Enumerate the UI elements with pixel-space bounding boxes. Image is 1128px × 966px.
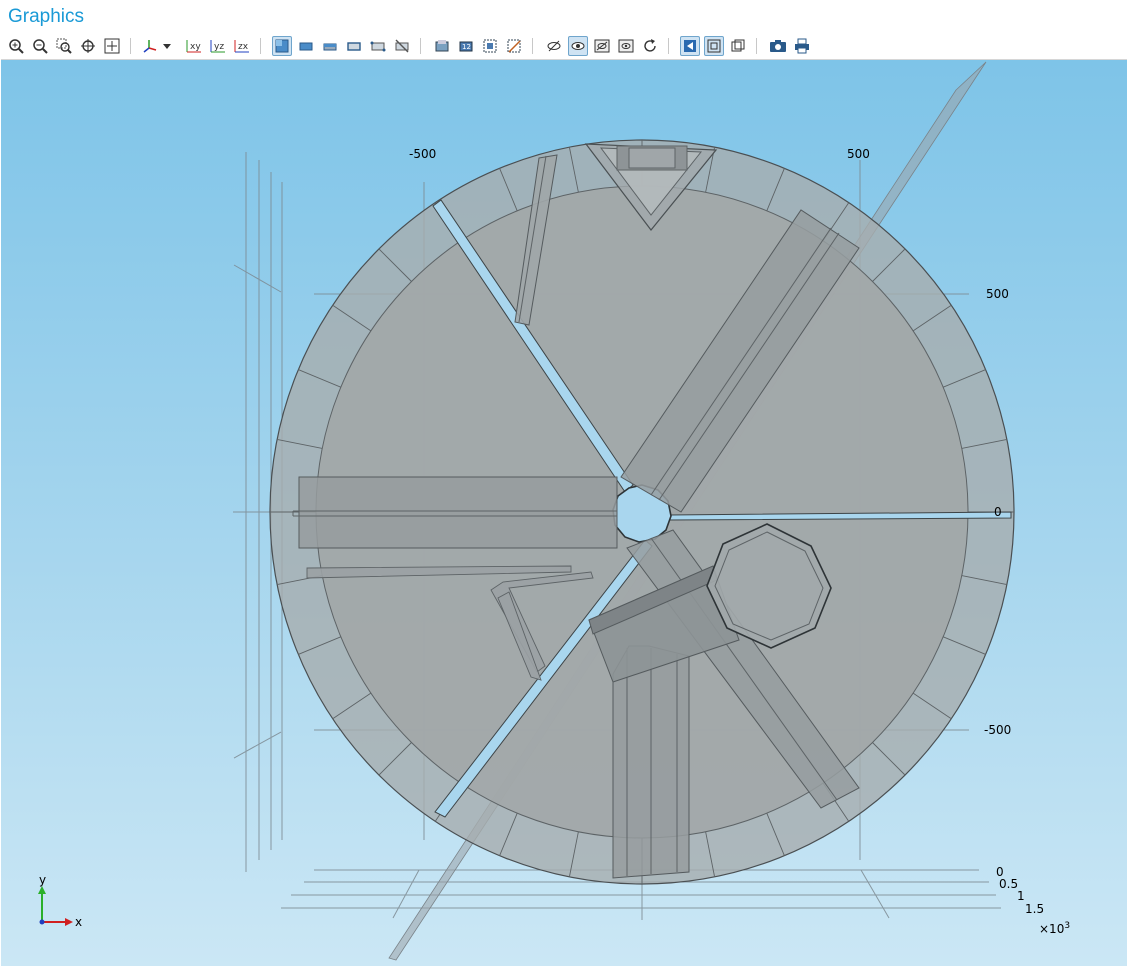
show-icon[interactable] [568,36,588,56]
graphics-viewport[interactable]: -500 500 500 0 -500 0 0.5 1 1.5 ×103 y x [1,59,1127,966]
y-tick-bottom: -500 [984,723,1011,737]
scene-light-icon[interactable] [728,36,748,56]
wireframe-icon[interactable] [704,36,724,56]
z-tick-0-5: 0.5 [999,877,1018,891]
svg-text:yz: yz [214,42,224,52]
transparency-icon[interactable] [680,36,700,56]
z-tick-1-5: 1.5 [1025,902,1044,916]
zoom-extents-icon[interactable] [102,36,122,56]
select-points-icon[interactable] [368,36,388,56]
triad-y-label: y [39,873,46,887]
x-tick-right: 500 [847,147,870,161]
svg-text:xy: xy [190,42,201,52]
refresh-icon[interactable] [640,36,660,56]
y-tick-top: 500 [986,287,1009,301]
select-boundaries-icon[interactable] [320,36,340,56]
zoom-in-icon[interactable] [6,36,26,56]
geometry-canvas[interactable]: -500 500 500 0 -500 0 0.5 1 1.5 ×103 y x [1,60,1127,966]
xy-view-icon[interactable]: xy [184,36,204,56]
select-objects-icon[interactable] [272,36,292,56]
bottom-blade [612,645,690,879]
y-tick-middle: 0 [994,505,1002,519]
graphics-toolbar: xy yz zx 12 [4,34,1124,58]
graphics-title: Graphics [8,6,85,27]
zoom-box-icon[interactable] [54,36,74,56]
box-selection-icon[interactable] [480,36,500,56]
z-multiplier: ×103 [1039,921,1070,936]
svg-text:zx: zx [238,42,249,52]
axis-triad: y x [38,873,82,929]
x-tick-left: -500 [409,147,436,161]
hide-selection-icon[interactable] [504,36,524,56]
hide-icon[interactable] [544,36,564,56]
yz-view-icon[interactable]: yz [208,36,228,56]
create-selection-icon[interactable]: 12 [456,36,476,56]
z-tick-1: 1 [1017,889,1025,903]
hide-all-icon[interactable] [592,36,612,56]
chevron-down-icon[interactable] [160,36,174,56]
camera-icon[interactable] [768,36,788,56]
print-icon[interactable] [792,36,812,56]
build-selection-icon[interactable] [432,36,452,56]
zoom-out-icon[interactable] [30,36,50,56]
zx-view-icon[interactable]: zx [232,36,252,56]
select-domains-icon[interactable] [296,36,316,56]
svg-text:12: 12 [462,43,471,51]
zoom-selected-icon[interactable] [78,36,98,56]
select-edges-icon[interactable] [344,36,364,56]
clear-selection-icon[interactable] [392,36,412,56]
view-axis-icon[interactable] [140,36,160,56]
triad-x-label: x [75,915,82,929]
reset-hiding-icon[interactable] [616,36,636,56]
left-blade [292,476,618,549]
